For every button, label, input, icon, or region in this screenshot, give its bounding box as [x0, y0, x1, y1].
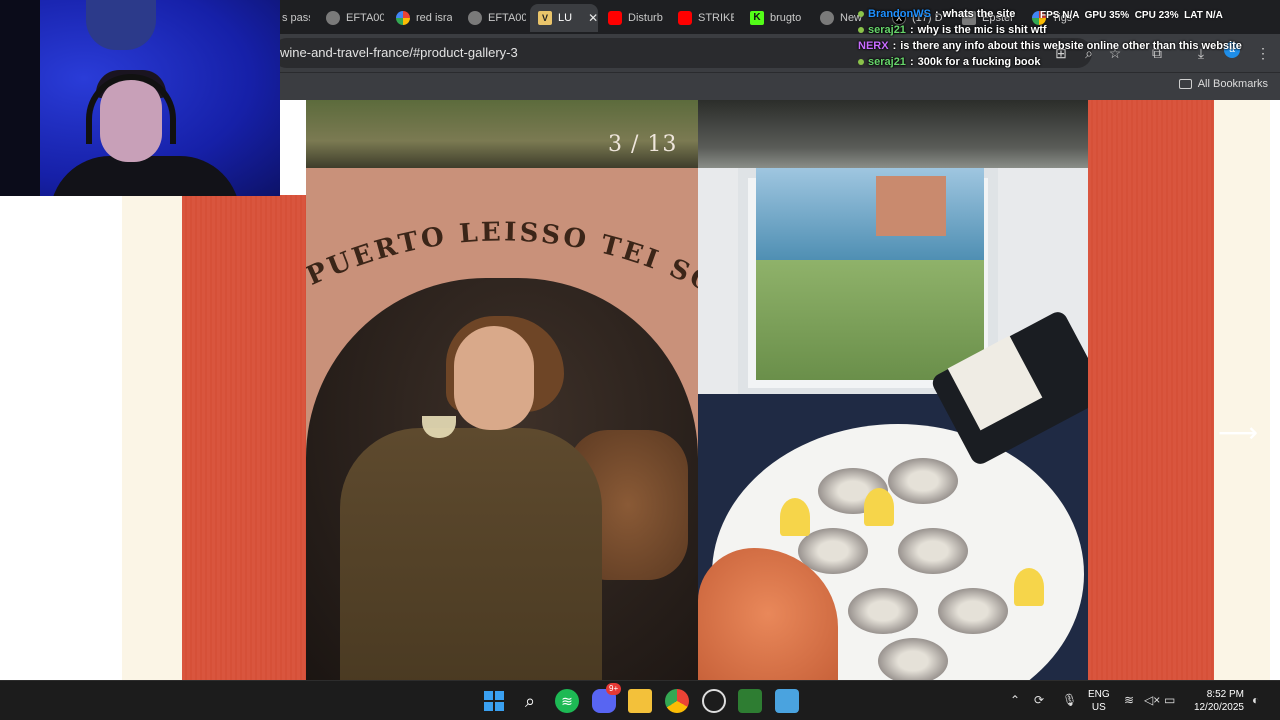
- chrome-icon[interactable]: [665, 689, 689, 713]
- close-icon[interactable]: ✕: [588, 11, 598, 25]
- webcam-background-object: [86, 0, 156, 50]
- oyster: [878, 638, 948, 680]
- task-manager-icon[interactable]: [738, 689, 762, 713]
- folder-icon: [1178, 79, 1192, 89]
- clock[interactable]: 8:52 PM 12/20/2025: [1188, 688, 1244, 714]
- tab-7[interactable]: STRIKE: [678, 6, 734, 30]
- volume-muted-icon[interactable]: ◁×: [1144, 693, 1160, 707]
- woman-coat: [340, 428, 602, 680]
- chat-username: BrandonWS: [868, 8, 931, 20]
- chat-text: why is the mic is shit wtf: [917, 24, 1047, 36]
- v-logo-icon: V: [538, 11, 552, 25]
- tab-label: LU: [558, 12, 573, 24]
- seaside-building: [876, 176, 946, 236]
- tab-3[interactable]: red isra: [396, 6, 452, 30]
- globe-icon: [326, 11, 340, 25]
- webcam-dark-edge: [0, 0, 40, 196]
- tab-label: s pass: [282, 12, 310, 24]
- gallery-photo-woman-tasting-wine[interactable]: PUERTO LEISSO TEI SOUCI: [306, 168, 698, 680]
- youtube-icon: [678, 11, 692, 25]
- lemon-wedge: [864, 488, 894, 526]
- tab-label: STRIKE: [698, 12, 734, 24]
- chat-username: seraj21: [868, 24, 906, 36]
- youtube-icon: [608, 11, 622, 25]
- globe-icon: [820, 11, 834, 25]
- language-code: ENG: [1088, 689, 1110, 700]
- tab-6[interactable]: Disturb: [608, 6, 670, 30]
- gallery-counter: 3 / 13: [608, 132, 678, 157]
- gallery-photo-previous-right[interactable]: [698, 100, 1088, 168]
- tab-4[interactable]: EFTA00: [468, 6, 526, 30]
- gallery-photo-oysters-and-wine[interactable]: [698, 168, 1088, 680]
- red-linen-panel-left: [182, 195, 307, 680]
- chat-text: 300k for a fucking book: [917, 56, 1041, 68]
- tab-label: Disturb: [628, 12, 663, 24]
- tab-1[interactable]: s pass: [282, 6, 310, 30]
- screen: 3 / 13 PUERTO LEISSO TEI SOUCI: [0, 0, 1280, 720]
- tab-label: EFTA00: [346, 12, 384, 24]
- chat-username: seraj21: [868, 56, 906, 68]
- notepad-icon[interactable]: [775, 689, 799, 713]
- oyster: [848, 588, 918, 634]
- chat-message: seraj21: 300k for a fucking book: [858, 54, 1258, 70]
- stream-chat-overlay: BrandonWS: whats the site seraj21: why i…: [858, 6, 1258, 70]
- sync-icon[interactable]: ⟳: [1034, 693, 1044, 707]
- clock-date: 12/20/2025: [1193, 702, 1244, 713]
- chat-badge-icon: [858, 59, 864, 65]
- tab-8[interactable]: K brugto: [750, 6, 806, 30]
- google-icon: [396, 11, 410, 25]
- tab-active[interactable]: V LU ✕: [530, 4, 598, 32]
- all-bookmarks-label: All Bookmarks: [1197, 78, 1268, 90]
- globe-icon: [468, 11, 482, 25]
- lemon-wedge: [1014, 568, 1044, 606]
- oyster: [898, 528, 968, 574]
- lemon-wedge: [780, 498, 810, 536]
- windows-start-icon[interactable]: [482, 689, 506, 713]
- battery-icon[interactable]: ▭: [1164, 693, 1175, 707]
- windows-taskbar: ⌕ ≋ 9+ ⌃ ⟳ 🎙 ENG US ≋ ◁× ▭ 8:52 PM 12/20…: [0, 680, 1280, 720]
- spotify-icon[interactable]: ≋: [555, 689, 579, 713]
- chat-message: NERX: is there any info about this websi…: [858, 40, 1242, 52]
- tab-2[interactable]: EFTA00: [326, 6, 384, 30]
- language-region: US: [1091, 702, 1106, 713]
- chevron-up-icon[interactable]: ⌃: [1010, 693, 1020, 707]
- microphone-icon[interactable]: 🎙: [1062, 693, 1077, 707]
- search-icon[interactable]: ⌕: [518, 689, 542, 713]
- k-logo-icon: K: [750, 11, 764, 25]
- oyster: [888, 458, 958, 504]
- woman-face: [454, 326, 534, 430]
- lawn-view: [756, 260, 984, 380]
- oyster: [938, 588, 1008, 634]
- chat-badge-icon: [858, 27, 864, 33]
- tab-label: brugto: [770, 12, 802, 24]
- discord-icon[interactable]: 9+: [592, 683, 622, 713]
- chat-badge-icon: [858, 11, 864, 17]
- sea-view: [756, 168, 984, 260]
- chat-text: is there any info about this website onl…: [900, 40, 1242, 52]
- webcam-overlay: [0, 0, 280, 196]
- chat-username: NERX: [858, 40, 889, 52]
- discord-badge: 9+: [606, 683, 622, 695]
- chat-message: seraj21: why is the mic is shit wtf: [858, 22, 1258, 38]
- tab-label: EFTA00: [488, 12, 526, 24]
- all-bookmarks-button[interactable]: All Bookmarks: [1178, 78, 1268, 90]
- wifi-icon[interactable]: ≋: [1124, 693, 1134, 707]
- file-explorer-icon[interactable]: [628, 689, 652, 713]
- tab-label: red isra: [416, 12, 452, 24]
- cream-border-right: [1214, 100, 1270, 680]
- streamer-body: [50, 156, 240, 196]
- chat-message: BrandonWS: whats the site: [858, 6, 1258, 22]
- chat-text: whats the site: [942, 8, 1016, 20]
- clock-time: 8:52 PM: [1206, 689, 1244, 700]
- obs-icon[interactable]: [702, 689, 726, 713]
- language-indicator[interactable]: ENG US: [1088, 688, 1110, 714]
- gallery-next-arrow[interactable]: ⟶: [1218, 416, 1258, 449]
- red-linen-panel-right: [1088, 100, 1216, 680]
- notification-bell-icon[interactable]: ◐: [1252, 693, 1259, 707]
